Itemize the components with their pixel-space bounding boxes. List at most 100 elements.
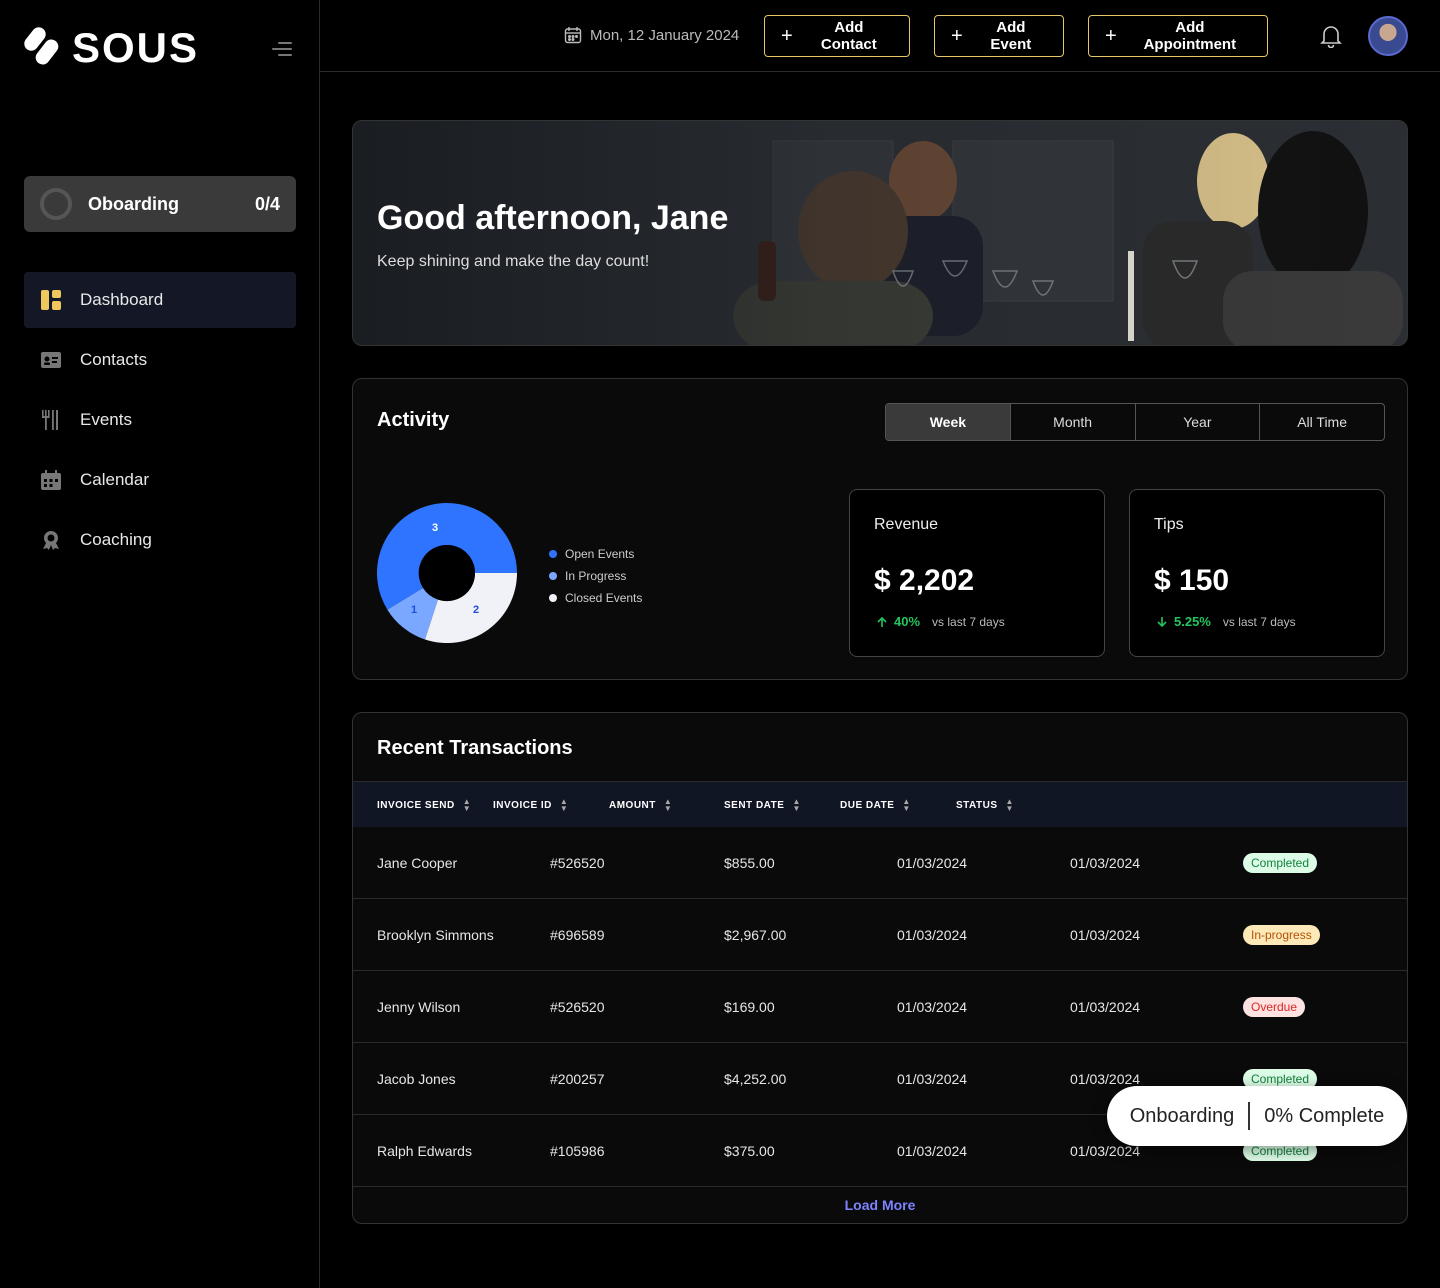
cell-name: Ralph Edwards (377, 1143, 472, 1159)
column-label: AMOUNT (609, 799, 656, 811)
revenue-label: Revenue (874, 516, 939, 533)
cell-name: Jane Cooper (377, 855, 458, 871)
donut-label-closed: 2 (473, 604, 479, 616)
sort-icon: ▲ ▼ (902, 797, 911, 813)
legend-item-open: Open Events (549, 543, 642, 565)
status-badge: Overdue (1243, 997, 1306, 1017)
brand-logo[interactable]: SOUS (21, 24, 200, 71)
revenue-compare: vs last 7 days (932, 614, 1005, 629)
cell-sent-date: 01/03/2024 (897, 999, 968, 1015)
sort-icon: ▲ ▼ (559, 797, 569, 813)
cell-due-date: 01/03/2024 (1070, 1143, 1141, 1159)
revenue-change-value: 40% (894, 614, 921, 629)
cell-invoice-id: #526520 (550, 855, 605, 871)
donut-label-open: 3 (432, 522, 438, 534)
notification-bell-icon[interactable] (1320, 24, 1342, 49)
column-header-sent-date[interactable]: SENT DATE ▲ ▼ (724, 797, 801, 813)
table-row[interactable]: Jane Cooper #526520 $855.00 01/03/2024 0… (353, 827, 1407, 899)
recent-transactions-card: Recent Transactions INVOICE SEND ▲ ▼ INVOI… (352, 712, 1408, 1224)
column-header-invoice-send[interactable]: INVOICE SEND ▲ ▼ (377, 798, 471, 813)
activity-title: Activity (377, 409, 450, 431)
period-tab-year[interactable]: Year (1136, 404, 1261, 440)
tips-card: Tips $ 150 5.25% vs last 7 days (1129, 489, 1385, 657)
sidebar-item-dashboard[interactable]: Dashboard (24, 272, 296, 328)
sidebar-item-contacts[interactable]: Contacts (24, 332, 296, 388)
add-contact-button[interactable]: + Add Contact (764, 15, 910, 57)
sidebar-item-label: Calendar (80, 470, 149, 489)
table-header: INVOICE SEND ▲ ▼ INVOICE ID ▲ ▼ AMOUNT ▲ ▼ SEN… (353, 781, 1407, 827)
status-badge: Completed (1243, 853, 1318, 873)
onboarding-count: 0/4 (254, 193, 280, 214)
status-badge: In-progress (1243, 925, 1320, 945)
legend-label: Open Events (565, 547, 635, 561)
greeting-title: Good afternoon, Jane (377, 199, 729, 237)
add-appointment-button[interactable]: + Add Appointment (1088, 15, 1268, 57)
sidebar-item-coaching[interactable]: Coaching (24, 512, 296, 568)
legend-item-closed: Closed Events (549, 587, 642, 609)
sort-icon: ▲ ▼ (1005, 797, 1014, 813)
cell-amount: $2,967.00 (724, 927, 787, 943)
onboarding-progress[interactable]: Oboarding 0/4 (24, 176, 296, 232)
sidebar-item-label: Events (80, 410, 132, 429)
user-avatar[interactable] (1368, 16, 1408, 56)
column-label: DUE DATE (840, 799, 895, 811)
greeting-subtitle: Keep shining and make the day count! (377, 253, 650, 270)
toast-divider (1248, 1102, 1251, 1130)
sidebar: SOUS Oboarding 0/4 Dashboard Contacts Ev… (0, 0, 320, 1288)
calendar-icon (564, 27, 582, 44)
table-row[interactable]: Jenny Wilson #526520 $169.00 01/03/2024 … (353, 971, 1407, 1043)
period-tab-all-time[interactable]: All Time (1260, 404, 1384, 440)
tips-change: 5.25% vs last 7 days (1156, 614, 1296, 629)
revenue-change: 40% vs last 7 days (876, 614, 1005, 629)
cell-name: Jacob Jones (377, 1071, 456, 1087)
column-header-due-date[interactable]: DUE DATE ▲ ▼ (840, 797, 911, 813)
sidebar-item-calendar[interactable]: Calendar (24, 452, 296, 508)
cell-due-date: 01/03/2024 (1070, 1071, 1141, 1087)
revenue-value: $ 2,202 (874, 564, 975, 597)
cell-sent-date: 01/03/2024 (897, 927, 968, 943)
onboarding-label: Oboarding (88, 193, 179, 214)
sort-icon: ▲ ▼ (792, 797, 801, 813)
award-icon (40, 529, 62, 551)
cell-amount: $169.00 (724, 999, 775, 1015)
brand-name: SOUS (72, 24, 200, 71)
add-appointment-label: Add Appointment (1143, 19, 1237, 53)
cell-due-date: 01/03/2024 (1070, 927, 1141, 943)
utensils-icon (40, 409, 62, 431)
date-text: Mon, 12 January 2024 (590, 26, 740, 44)
topbar: Mon, 12 January 2024 + Add Contact + Add… (320, 0, 1440, 72)
column-label: STATUS (956, 799, 998, 811)
revenue-card: Revenue $ 2,202 40% vs last 7 days (849, 489, 1105, 657)
tips-change-value: 5.25% (1174, 614, 1211, 629)
toast-progress: 0% Complete (1264, 1104, 1385, 1127)
column-header-invoice-id[interactable]: INVOICE ID ▲ ▼ (493, 797, 569, 813)
table-row[interactable]: Brooklyn Simmons #696589 $2,967.00 01/03… (353, 899, 1407, 971)
period-tab-month[interactable]: Month (1011, 404, 1136, 440)
current-date: Mon, 12 January 2024 (564, 26, 739, 44)
legend-item-in-progress: In Progress (549, 565, 642, 587)
column-header-amount[interactable]: AMOUNT ▲ ▼ (609, 798, 672, 813)
load-more-button[interactable]: Load More (353, 1197, 1407, 1213)
column-header-status[interactable]: STATUS ▲ ▼ (956, 797, 1014, 813)
arrow-up-icon (877, 616, 887, 627)
chart-legend: Open Events In Progress Closed Events (549, 543, 642, 609)
onboarding-toast[interactable]: Onboarding 0% Complete (1107, 1086, 1407, 1146)
period-tab-week[interactable]: Week (886, 404, 1011, 440)
cell-invoice-id: #200257 (550, 1071, 605, 1087)
welcome-banner: Good afternoon, Jane Keep shining and ma… (352, 120, 1408, 346)
plus-icon: + (1105, 25, 1117, 47)
legend-label: Closed Events (565, 591, 643, 605)
cell-invoice-id: #105986 (550, 1143, 605, 1159)
sidebar-item-events[interactable]: Events (24, 392, 296, 448)
donut-label-in-progress: 1 (411, 604, 417, 616)
cell-name: Jenny Wilson (377, 999, 461, 1015)
plus-icon: + (781, 25, 793, 47)
add-event-button[interactable]: + Add Event (934, 15, 1064, 57)
calendar-icon (40, 469, 62, 491)
tips-compare: vs last 7 days (1222, 614, 1296, 629)
cell-name: Brooklyn Simmons (377, 927, 494, 943)
cell-amount: $4,252.00 (724, 1071, 787, 1087)
column-label: SENT DATE (724, 799, 785, 811)
sidebar-item-label: Dashboard (80, 290, 164, 309)
sidebar-collapse-icon[interactable] (272, 42, 292, 56)
